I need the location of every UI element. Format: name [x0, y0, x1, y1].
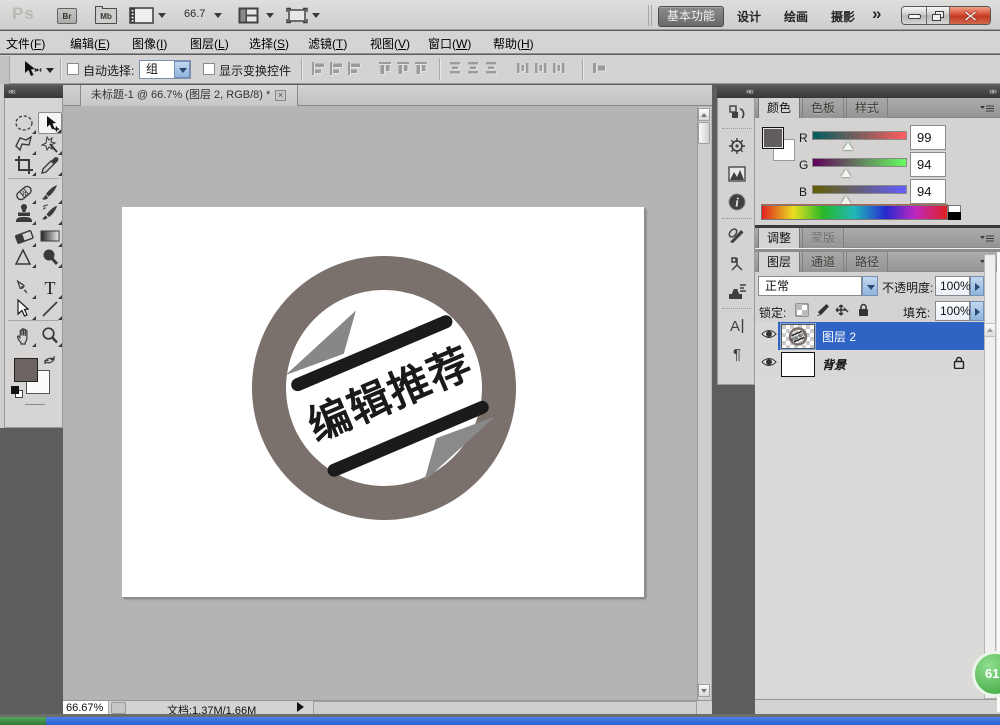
svg-text:T: T — [45, 278, 56, 298]
svg-text:A: A — [730, 318, 740, 335]
svg-text:i: i — [735, 195, 739, 210]
svg-text:¶: ¶ — [733, 346, 741, 363]
